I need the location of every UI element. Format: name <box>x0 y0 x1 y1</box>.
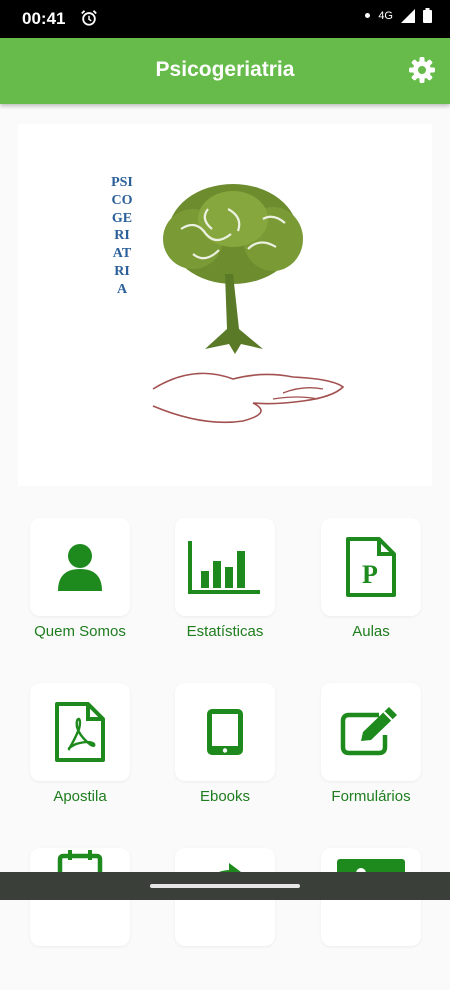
battery-icon <box>423 8 432 23</box>
home-indicator[interactable] <box>150 884 300 888</box>
menu-item-calendar[interactable] <box>15 840 145 990</box>
menu-item-ebooks[interactable]: Ebooks <box>160 675 290 825</box>
menu-item-aulas[interactable]: P Aulas <box>306 510 436 660</box>
svg-text:P: P <box>362 560 378 589</box>
logo-banner: PSICOGERIATRIA <box>18 124 432 486</box>
menu-label: Ebooks <box>199 788 251 805</box>
menu-label: Estatísticas <box>186 623 264 640</box>
menu-card[interactable] <box>175 683 275 781</box>
settings-gear-icon[interactable] <box>408 56 436 89</box>
menu-item-estatisticas[interactable]: Estatísticas <box>160 510 290 660</box>
menu-card[interactable] <box>30 683 130 781</box>
navigation-bar <box>0 872 450 900</box>
bar-chart-icon <box>188 541 260 594</box>
signal-icon <box>401 8 415 23</box>
alarm-icon <box>80 9 98 32</box>
menu-label: Formulários <box>331 788 411 805</box>
menu-card[interactable] <box>30 518 130 616</box>
powerpoint-file-icon: P <box>346 537 396 597</box>
menu-item-quem-somos[interactable]: Quem Somos <box>15 510 145 660</box>
menu-label: Apostila <box>53 788 107 805</box>
person-icon <box>58 544 102 591</box>
notification-dot-icon <box>365 13 371 18</box>
menu-item-contact[interactable] <box>306 840 436 990</box>
menu-card[interactable] <box>175 518 275 616</box>
network-type: 4G <box>378 9 393 22</box>
menu-item-share[interactable] <box>160 840 290 990</box>
menu-card[interactable] <box>321 683 421 781</box>
status-bar: 00:41 4G <box>0 0 450 38</box>
pdf-file-icon <box>55 702 105 762</box>
status-time: 00:41 <box>22 9 66 28</box>
menu-card[interactable]: P <box>321 518 421 616</box>
status-icons: 4G <box>365 8 432 23</box>
brain-tree-hand-logo-icon <box>152 184 345 424</box>
menu-item-formularios[interactable]: Formulários <box>306 675 436 825</box>
logo-text: PSICOGERIATRIA <box>111 175 133 297</box>
menu-label: Aulas <box>352 623 390 640</box>
tablet-icon <box>207 709 243 755</box>
edit-form-icon <box>340 707 397 756</box>
app-title: Psicogeriatria <box>155 58 295 81</box>
menu-label: Quem Somos <box>34 623 126 640</box>
menu-item-apostila[interactable]: Apostila <box>15 675 145 825</box>
app-bar: Psicogeriatria <box>0 38 450 104</box>
